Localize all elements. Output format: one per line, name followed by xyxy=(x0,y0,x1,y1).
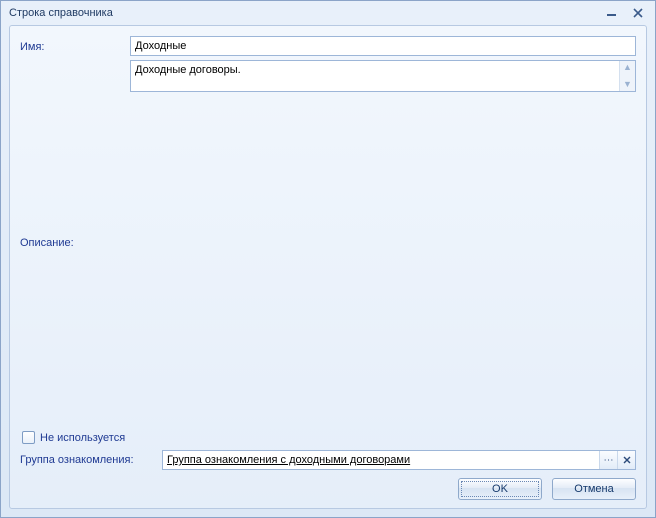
not-used-label: Не используется xyxy=(40,432,125,444)
titlebar: Строка справочника xyxy=(1,1,655,25)
button-row: OK Отмена xyxy=(20,478,636,500)
scrollbar[interactable]: ▲ ▼ xyxy=(619,61,635,91)
ellipsis-icon: ⋯ xyxy=(604,455,614,466)
group-row: Группа ознакомления: ⋯ xyxy=(20,450,636,470)
group-input[interactable] xyxy=(163,451,599,469)
window-title: Строка справочника xyxy=(9,7,597,19)
close-button[interactable] xyxy=(627,5,649,21)
lookup-button[interactable]: ⋯ xyxy=(599,451,617,469)
clear-icon xyxy=(623,456,631,464)
scroll-up-icon: ▲ xyxy=(623,63,632,72)
not-used-row[interactable]: Не используется xyxy=(22,431,636,444)
name-input[interactable] xyxy=(130,36,636,56)
group-label: Группа ознакомления: xyxy=(20,454,162,466)
dialog-window: Строка справочника Имя: Описание: ▲ ▼ xyxy=(0,0,656,518)
name-row: Имя: xyxy=(20,36,636,56)
minimize-button[interactable] xyxy=(601,5,623,21)
ok-button[interactable]: OK xyxy=(458,478,542,500)
group-field: ⋯ xyxy=(162,450,636,470)
description-row: Описание: ▲ ▼ xyxy=(20,60,636,423)
clear-button[interactable] xyxy=(617,451,635,469)
name-label: Имя: xyxy=(20,39,130,53)
not-used-checkbox[interactable] xyxy=(22,431,35,444)
content-panel: Имя: Описание: ▲ ▼ Не используется Групп… xyxy=(9,25,647,509)
description-input[interactable] xyxy=(131,61,619,91)
description-label: Описание: xyxy=(20,235,130,249)
scroll-down-icon: ▼ xyxy=(623,80,632,89)
description-wrap: ▲ ▼ xyxy=(130,60,636,92)
cancel-button[interactable]: Отмена xyxy=(552,478,636,500)
